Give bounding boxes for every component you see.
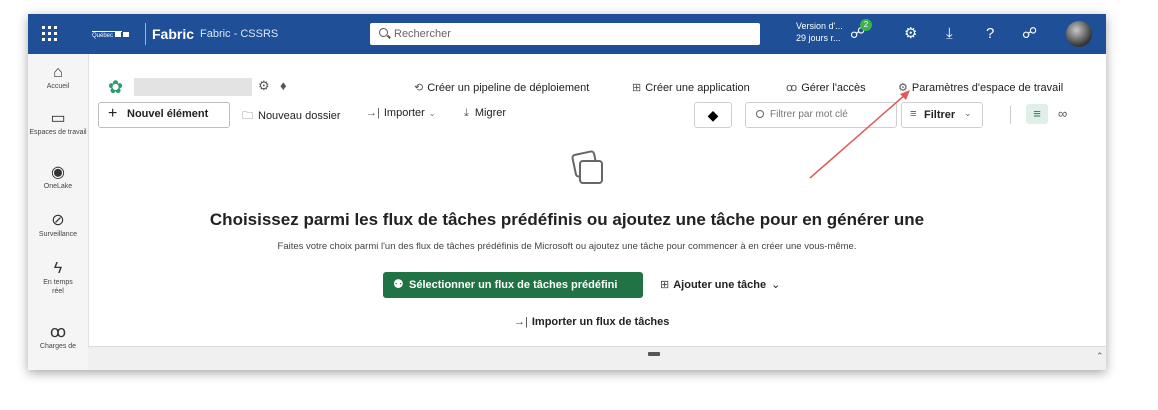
app-window: Québec Fabric Fabric - CSSRS Rechercher …	[28, 14, 1106, 370]
annotation-arrow	[809, 90, 910, 179]
